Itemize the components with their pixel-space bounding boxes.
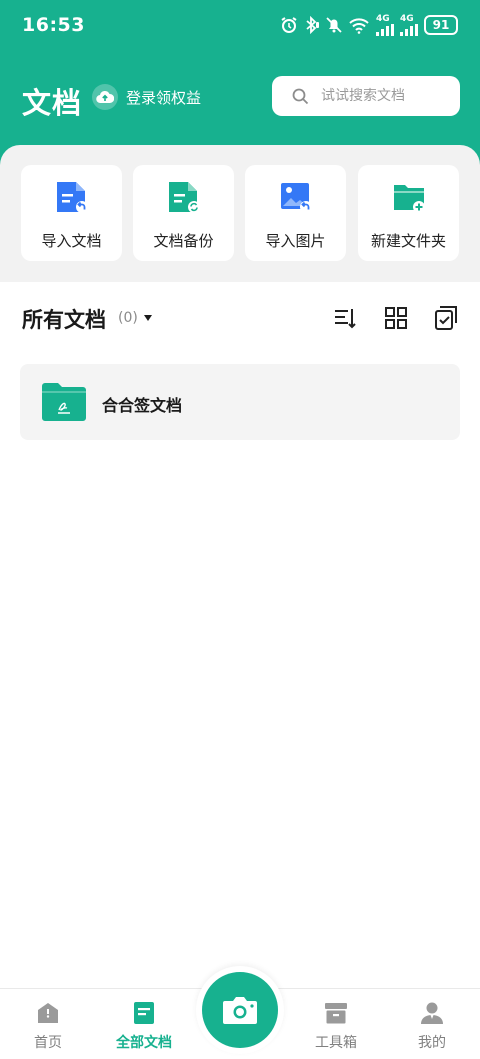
signal-icon — [376, 23, 394, 36]
multi-select-icon[interactable] — [434, 305, 460, 331]
new-folder-button[interactable]: 新建文件夹 — [358, 165, 459, 261]
caret-down-icon[interactable] — [144, 315, 152, 321]
new-folder-icon — [394, 185, 425, 213]
bluetooth-icon — [306, 16, 319, 34]
page-title: 文档 — [22, 86, 83, 120]
alarm-icon — [281, 17, 297, 33]
import-image-icon — [281, 183, 312, 213]
network-type-2: 4G — [400, 13, 414, 24]
signature-folder-icon — [42, 383, 86, 421]
login-rewards-label: 登录领权益 — [126, 88, 202, 107]
document-count: (0) — [118, 310, 138, 326]
mute-bell-icon — [326, 17, 342, 33]
import-document-button[interactable]: 导入文档 — [21, 165, 122, 261]
document-backup-button[interactable]: 文档备份 — [133, 165, 234, 261]
search-bar[interactable] — [272, 76, 460, 116]
nav-all-documents[interactable]: 全部文档 — [104, 989, 184, 1059]
document-backup-icon — [169, 182, 200, 213]
nav-profile-label: 我的 — [418, 1035, 446, 1051]
import-image-label: 导入图片 — [265, 232, 326, 250]
camera-button-wrap — [196, 966, 284, 1054]
document-backup-label: 文档备份 — [153, 232, 214, 250]
grid-view-icon[interactable] — [383, 305, 409, 331]
battery-icon: 91 — [424, 15, 458, 35]
signal-icon — [400, 23, 418, 36]
sort-icon[interactable] — [332, 305, 358, 331]
import-document-icon — [57, 182, 88, 213]
status-icons: 4G 4G 91 — [280, 14, 458, 36]
document-folder-name: 合合签文档 — [102, 396, 183, 415]
all-documents-icon — [134, 1002, 154, 1024]
nav-home[interactable]: 首页 — [8, 989, 88, 1059]
login-rewards-button[interactable]: 登录领权益 — [92, 83, 201, 111]
import-document-label: 导入文档 — [41, 232, 102, 250]
status-time: 16:53 — [22, 14, 85, 36]
search-icon — [292, 88, 309, 105]
search-input[interactable] — [319, 87, 443, 105]
import-image-button[interactable]: 导入图片 — [245, 165, 346, 261]
nav-toolbox-label: 工具箱 — [315, 1035, 357, 1051]
wifi-icon — [349, 18, 369, 34]
all-documents-title[interactable]: 所有文档 — [22, 304, 106, 334]
profile-icon — [421, 1002, 443, 1024]
app-header: 16:53 4G 4G 91 文档 登录领权益 — [0, 0, 480, 165]
camera-icon — [223, 997, 257, 1024]
nav-all-documents-label: 全部文档 — [116, 1035, 172, 1051]
document-folder-item[interactable]: 合合签文档 — [20, 364, 460, 440]
cloud-upload-icon — [92, 84, 118, 110]
quick-actions-panel: 导入文档 文档备份 导入图片 新建文件夹 — [0, 145, 480, 282]
new-folder-label: 新建文件夹 — [370, 232, 446, 250]
home-icon — [38, 1003, 58, 1023]
status-bar: 16:53 4G 4G 91 — [0, 0, 480, 50]
toolbox-icon — [325, 1003, 347, 1024]
nav-home-label: 首页 — [34, 1035, 62, 1051]
camera-button[interactable] — [202, 972, 278, 1048]
nav-profile[interactable]: 我的 — [392, 989, 472, 1059]
nav-toolbox[interactable]: 工具箱 — [296, 989, 376, 1059]
network-type-1: 4G — [376, 13, 390, 24]
signal-1: 4G — [376, 13, 394, 36]
signal-2: 4G — [400, 13, 418, 36]
